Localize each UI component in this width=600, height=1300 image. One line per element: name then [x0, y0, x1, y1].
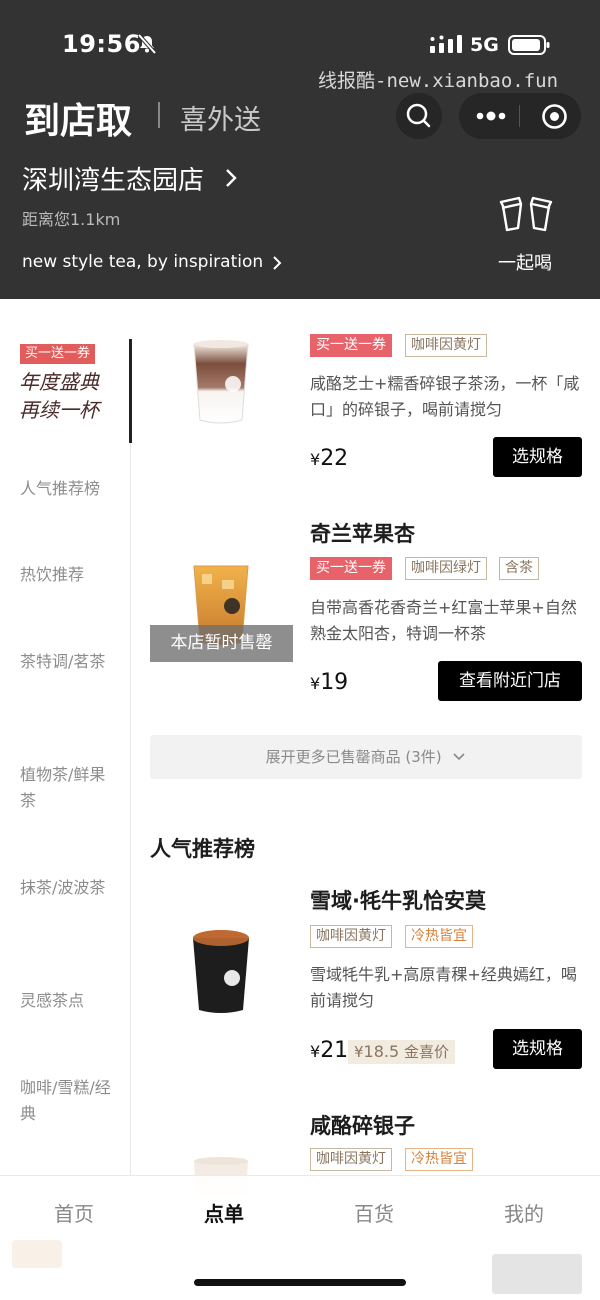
home-indicator [194, 1279, 406, 1286]
caffeine-tag: 咖啡因黄灯 [405, 334, 487, 357]
promo-line-2: 再续一杯 [19, 398, 102, 422]
sidebar-item-tea-specials[interactable]: 茶特调/茗茶 [20, 649, 116, 675]
product-title[interactable]: 雪域·牦牛乳恰安莫 [310, 885, 486, 915]
promo-category-tag[interactable]: 买一送一券 [20, 344, 96, 364]
temperature-tag: 冷热皆宜 [405, 1148, 473, 1171]
expand-soldout-button[interactable]: 展开更多已售罄商品 (3件) [150, 735, 582, 779]
product-title[interactable]: 咸酪碎银子 [310, 1110, 415, 1140]
bell-muted-icon [137, 33, 157, 55]
tab-pickup[interactable]: 到店取 [24, 92, 132, 144]
category-sidebar: 买一送一券 年度盛典 再续一杯 人气推荐榜 热饮推荐 茶特调/茗茶 植物茶/鲜果… [0, 299, 132, 1175]
mode-divider [158, 102, 160, 128]
product-price: ¥19 [310, 670, 348, 695]
promo-tag: 买一送一券 [310, 557, 392, 580]
sidebar-item-hot-drinks[interactable]: 热饮推荐 [20, 562, 116, 588]
close-target-icon[interactable] [541, 103, 568, 130]
drink-together-label[interactable]: 一起喝 [498, 249, 552, 275]
price-value: 21 [320, 1038, 349, 1063]
signal-icon [430, 35, 462, 53]
more-icon[interactable] [475, 108, 507, 124]
tab-delivery[interactable]: 喜外送 [180, 98, 261, 137]
bottom-tab-bar: 首页 点单 百货 我的 [0, 1175, 600, 1300]
price-value: 22 [320, 446, 349, 471]
capsule-divider [519, 105, 520, 127]
sidebar-item-popular[interactable]: 人气推荐榜 [20, 476, 116, 502]
member-price-badge: ¥18.5 金喜价 [348, 1040, 455, 1064]
product-title[interactable]: 奇兰苹果杏 [310, 518, 415, 548]
sidebar-divider [130, 339, 131, 1175]
brand-slogan[interactable]: new style tea, by inspiration [22, 252, 263, 272]
top-header: 19:56 5G 线报酷-new.xianbao.fun 到店取 喜外送 深圳湾… [0, 0, 600, 299]
product-description: 咸酪芝士+糯香碎银子茶汤，一杯「咸口」的碎银子，喝前请搅匀 [310, 374, 580, 419]
product-image[interactable] [186, 338, 256, 428]
caffeine-tag: 咖啡因黄灯 [310, 1148, 392, 1171]
chevron-right-icon[interactable] [224, 168, 238, 188]
caffeine-tag: 咖啡因绿灯 [405, 557, 487, 580]
product-price: ¥21 [310, 1038, 348, 1063]
tab-order[interactable]: 点单 [204, 1198, 244, 1227]
sidebar-item-snacks[interactable]: 灵感茶点 [20, 988, 116, 1014]
currency-symbol: ¥ [354, 1043, 364, 1061]
member-price-value: 18.5 [363, 1042, 400, 1061]
currency-symbol: ¥ [310, 1042, 321, 1061]
price-value: 19 [320, 670, 349, 695]
promo-handwriting[interactable]: 年度盛典 再续一杯 [19, 367, 119, 427]
tab-mine[interactable]: 我的 [504, 1198, 544, 1227]
store-distance: 距离您1.1km [22, 210, 121, 229]
sidebar-item-coffee[interactable]: 咖啡/雪糕/经典 [20, 1075, 116, 1127]
product-image[interactable] [188, 926, 254, 1016]
sidebar-item-matcha[interactable]: 抹茶/波波茶 [20, 875, 116, 901]
caffeine-tag: 咖啡因黄灯 [310, 925, 392, 948]
search-button[interactable] [396, 93, 442, 139]
select-spec-button[interactable]: 选规格 [493, 1029, 582, 1069]
active-category-indicator [129, 339, 132, 443]
temperature-tag: 冷热皆宜 [405, 925, 473, 948]
miniprogram-capsule [459, 93, 581, 139]
status-time: 19:56 [62, 30, 141, 58]
product-description: 自带高香花香奇兰+红富士苹果+自然熟金太阳杏，特调一杯茶 [310, 598, 577, 643]
watermark-text: 线报酷-new.xianbao.fun [318, 70, 559, 92]
section-title: 人气推荐榜 [150, 837, 255, 861]
currency-symbol: ¥ [310, 450, 321, 469]
sidebar-item-fruit-tea[interactable]: 植物茶/鲜果茶 [20, 762, 116, 814]
product-price: ¥22 [310, 446, 348, 471]
tab-home[interactable]: 首页 [54, 1198, 94, 1227]
currency-symbol: ¥ [310, 674, 321, 693]
promo-tag: 买一送一券 [310, 334, 392, 357]
cups-icon[interactable] [497, 192, 555, 232]
member-price-label: 金喜价 [403, 1043, 449, 1061]
search-icon [406, 103, 431, 128]
tab-store[interactable]: 百货 [354, 1198, 394, 1227]
behind-button-ghost [492, 1254, 582, 1294]
expand-soldout-label: 展开更多已售罄商品 (3件) [265, 748, 442, 766]
product-description: 雪域牦牛乳+高原青稞+经典嫣红，喝前请搅匀 [310, 965, 577, 1010]
store-name[interactable]: 深圳湾生态园店 [22, 160, 204, 197]
behind-content-ghost [12, 1240, 62, 1268]
network-label: 5G [470, 34, 499, 56]
soldout-banner: 本店暂时售罄 [150, 625, 293, 662]
chevron-down-icon [453, 753, 465, 761]
contains-tea-tag: 含茶 [499, 557, 539, 580]
battery-icon [508, 35, 550, 55]
promo-line-1: 年度盛典 [19, 370, 100, 394]
chevron-right-icon[interactable] [272, 255, 282, 271]
select-spec-button[interactable]: 选规格 [493, 437, 582, 477]
nearby-stores-button[interactable]: 查看附近门店 [438, 661, 582, 701]
